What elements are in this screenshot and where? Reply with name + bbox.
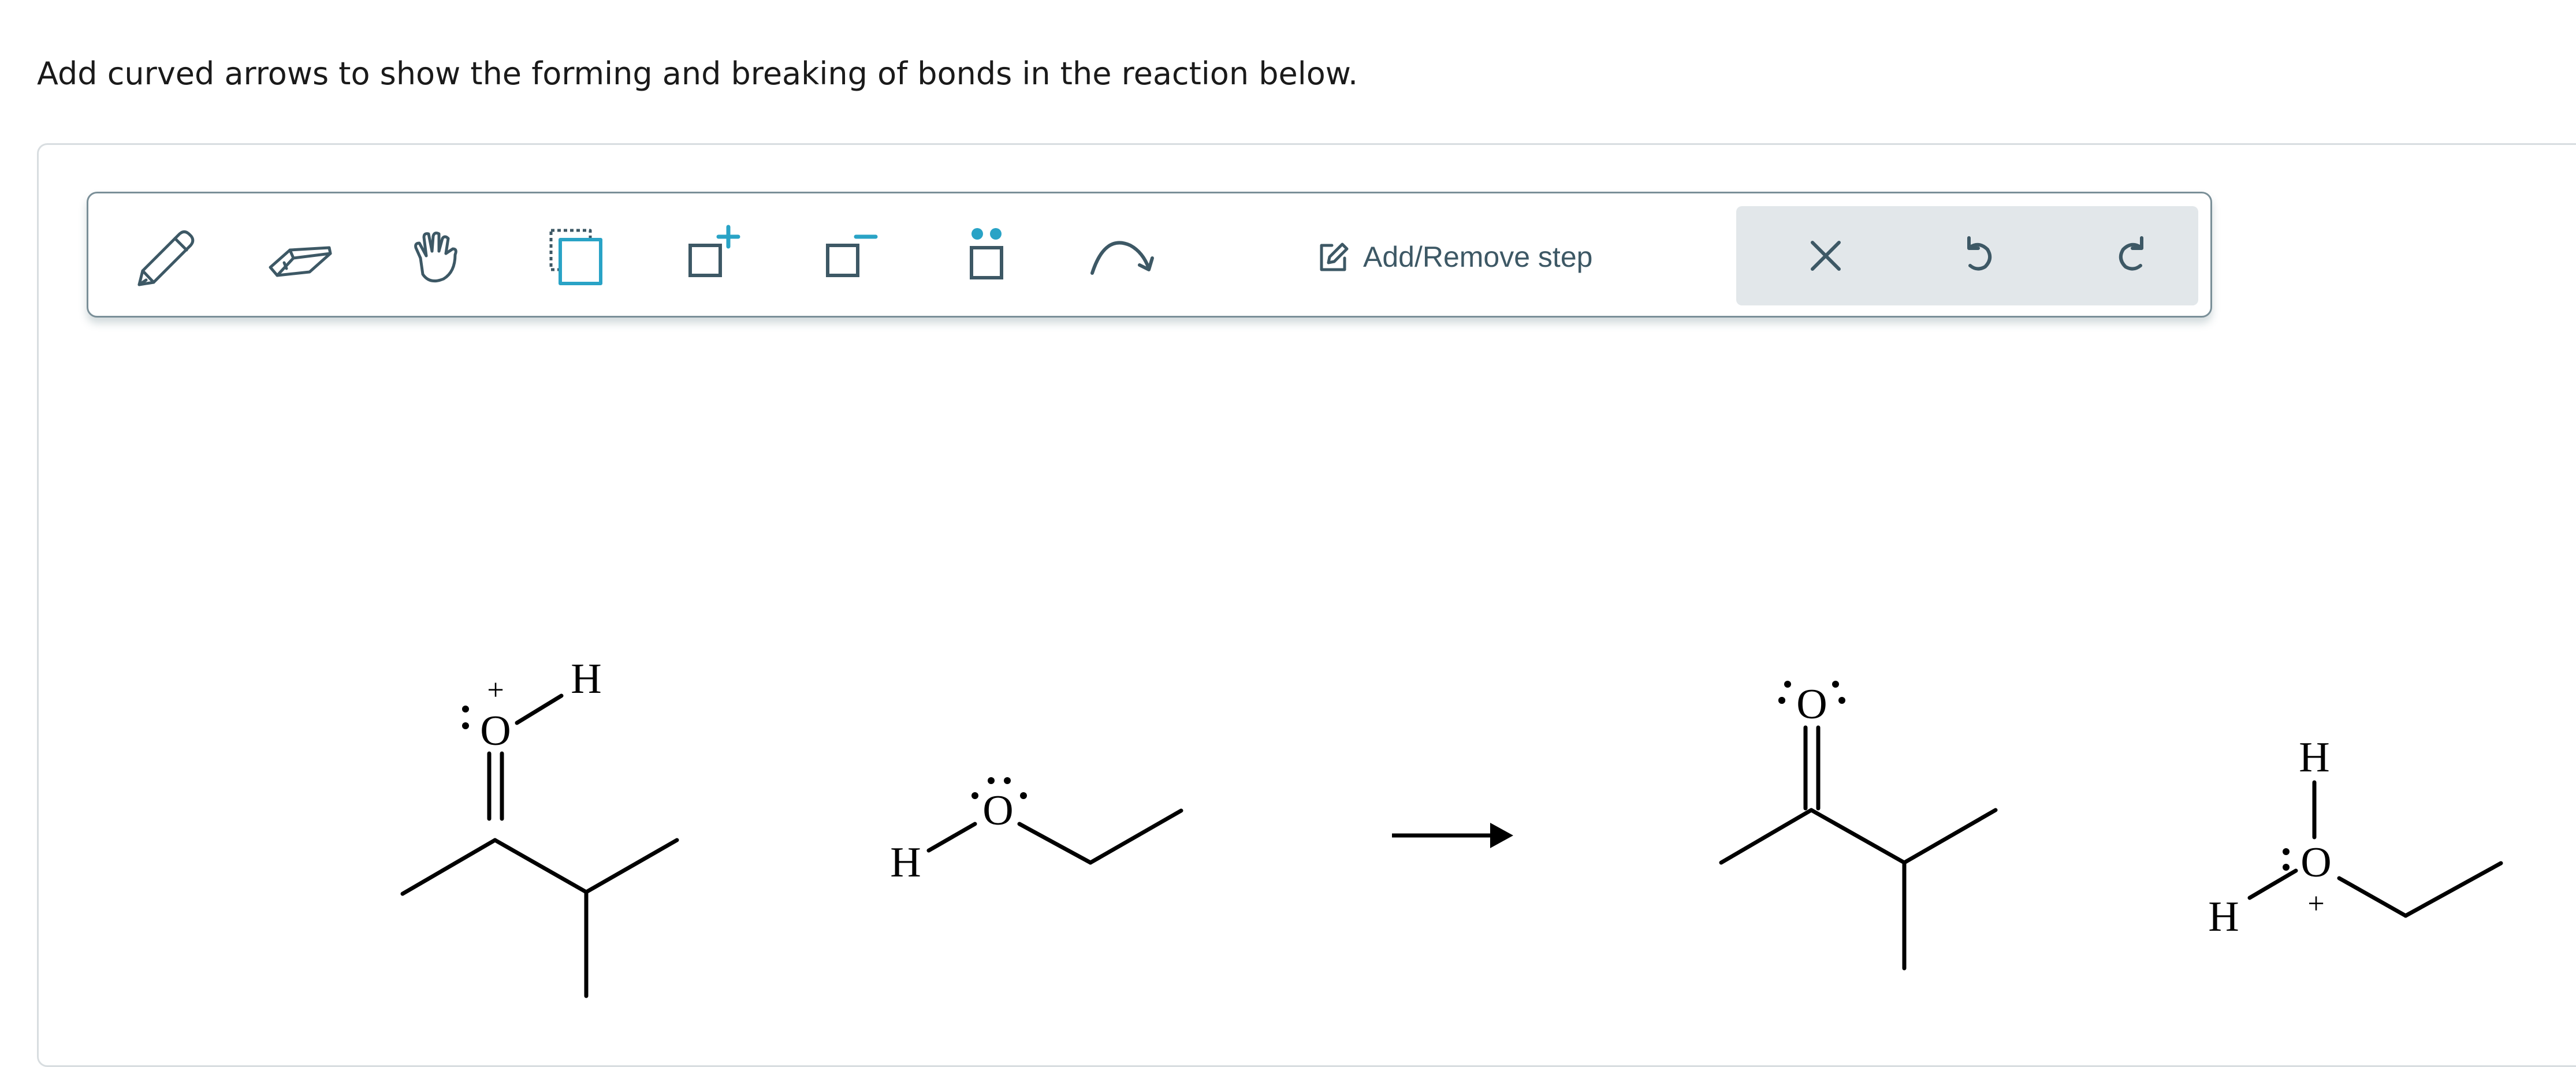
atom-o-reactant1[interactable]: O bbox=[480, 707, 511, 755]
atom-h-reactant1[interactable]: H bbox=[571, 655, 601, 703]
atom-o-product1[interactable]: O bbox=[1796, 681, 1827, 728]
charge-reactant1: + bbox=[487, 674, 504, 707]
atom-o-product2[interactable]: O bbox=[2300, 839, 2331, 886]
lone-pairs bbox=[462, 681, 2290, 871]
atom-h-reactant2[interactable]: H bbox=[890, 839, 921, 886]
reaction-arrow bbox=[1392, 823, 1513, 848]
atom-h-left-product2[interactable]: H bbox=[2208, 893, 2239, 941]
reactant-protonated-ketone bbox=[400, 693, 679, 998]
reaction-canvas[interactable]: O + H H O O H H O + bbox=[0, 0, 2576, 1035]
product-ketone bbox=[1719, 725, 1998, 971]
atom-o-reactant2[interactable]: O bbox=[982, 787, 1013, 834]
charge-product2: + bbox=[2307, 887, 2324, 920]
reactant-ethanol bbox=[926, 808, 1183, 865]
atom-h-top-product2[interactable]: H bbox=[2299, 734, 2329, 781]
